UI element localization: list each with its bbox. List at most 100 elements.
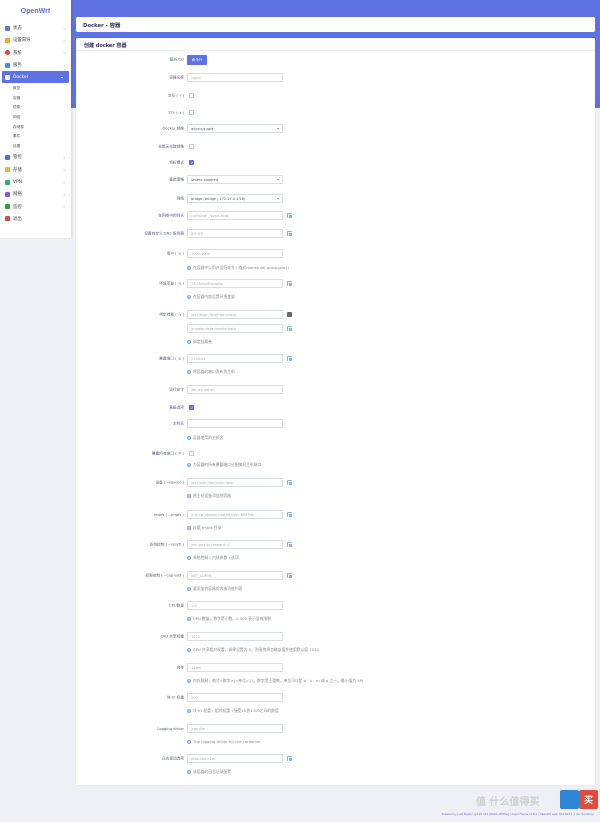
sidebar-item-status[interactable]: 状态 › (0, 22, 71, 34)
info-icon: ? (187, 648, 191, 652)
sidebar-item-monitor[interactable]: 监控 › (0, 200, 71, 212)
sidebar-sub-networks[interactable]: 网络 (0, 113, 71, 123)
always-pull-checkbox[interactable] (189, 144, 194, 149)
sysctl-label: 系统控制 ( --sysctl ) (149, 542, 184, 546)
add-icon[interactable] (287, 756, 293, 762)
row-expose-all: 暴露所有端口 ( -P ) (76, 451, 595, 456)
blkio-input[interactable]: 500 (187, 693, 283, 702)
hostname-input[interactable] (187, 419, 283, 428)
tmpfs-hint: ? 挂载 tmpfs 目录 (187, 525, 222, 530)
add-icon[interactable] (287, 326, 293, 332)
log-opts-input[interactable]: max-size=1m (187, 754, 283, 763)
device-input[interactable]: /dev/sda:/dev/xvdc:rwm (187, 478, 283, 487)
advanced-label: 高级选项 (169, 405, 184, 409)
ports-input[interactable]: 2200:22 (187, 354, 283, 363)
remove-icon[interactable] (287, 312, 292, 317)
control-icon (5, 154, 10, 160)
chevron-right-icon: › (63, 50, 65, 56)
network-select[interactable]: bridge (bridge | 172.17.0.1/16) (187, 194, 283, 203)
sidebar-sub-images[interactable]: 镜像 (0, 103, 71, 113)
info-icon: ? (187, 340, 191, 344)
sidebar-item-storage[interactable]: 存储 › (0, 164, 71, 176)
monitor-icon (5, 204, 10, 210)
logo[interactable]: OpenWrt (0, 0, 71, 22)
expose-all-checkbox[interactable] (189, 451, 194, 456)
log-opts-label: 日志驱动选项 (161, 756, 184, 760)
name-input[interactable]: cupid (187, 73, 283, 82)
advanced-checkbox[interactable] (189, 405, 194, 410)
image-label: Docker 镜像 (162, 126, 184, 130)
row-user: 用户 ( -u ) 1000:1000 (76, 249, 595, 258)
add-icon[interactable] (287, 356, 293, 362)
sidebar-sub-events[interactable]: 事件 (0, 132, 71, 142)
command-line-button[interactable]: 命令行 (187, 55, 207, 65)
sidebar-item-wizard[interactable]: 设置向导 › (0, 34, 71, 46)
user-input[interactable]: 1000:1000 (187, 249, 283, 258)
chevron-right-icon: › (63, 62, 65, 68)
interactive-checkbox[interactable] (189, 93, 194, 98)
command-input[interactable]: /bin/sh init.sh (187, 385, 283, 394)
memory-input[interactable]: 128m (187, 663, 283, 672)
env-input[interactable]: TZ=Asia/Shanghai (187, 279, 283, 288)
tmpfs-input[interactable]: /run:rw,noexec,nosuid,size=65536k (187, 510, 283, 519)
row-hostname: 主机名 (76, 419, 595, 428)
privileged-checkbox[interactable] (189, 160, 194, 165)
restart-select[interactable]: Unless stopped (187, 175, 283, 184)
info-icon: ? (187, 463, 191, 467)
info-icon: ? (187, 587, 191, 591)
row-mount-2: /media:/data:/media/data (76, 324, 595, 333)
info-icon: ? (187, 770, 191, 774)
alias-input[interactable]: container_name.alias (187, 211, 283, 220)
add-icon[interactable] (287, 542, 293, 548)
add-icon[interactable] (287, 480, 293, 486)
memory-hint: ? 内存限制 ( 格式<数字>[<单位>] )，数字是正整数。单位可以是 b、k、… (187, 678, 364, 683)
cpus-hint: ? CPU 数量，数字是小数。0.000 表示没有限制 (187, 616, 271, 621)
divider (76, 50, 595, 51)
sidebar-item-services[interactable]: 服务 › (0, 59, 71, 71)
dns-input[interactable]: 8.8.8.8 (187, 229, 283, 238)
add-icon[interactable] (287, 512, 293, 518)
sidebar-item-logout[interactable]: 退出 (0, 213, 71, 225)
sidebar-sub-volumes[interactable]: 存储卷 (0, 122, 71, 132)
docker-icon (5, 74, 10, 80)
row-env: 环境变量 ( -e ) TZ=Asia/Shanghai (76, 279, 595, 288)
row-always-pull: 总是无拉取镜像 (76, 144, 595, 149)
cap-add-input[interactable]: NET_ADMIN (187, 571, 283, 580)
info-icon: ? (187, 295, 191, 299)
hostname-label: 主机名 (172, 421, 184, 425)
cpus-input[interactable]: 1.5 (187, 601, 283, 610)
watermark-badge-icon: 买 (579, 790, 598, 809)
sysctl-input[interactable]: net.ipv4.ip_forward=1 (187, 540, 283, 549)
user-hint: ? 在容器中以用户运行命令 ( 格式name|uid[:group|gid] ) (187, 265, 290, 270)
sidebar-sub-overview[interactable]: 概览 (0, 83, 71, 93)
add-icon[interactable] (287, 573, 293, 579)
info-icon: ? (187, 266, 191, 270)
row-privileged: 特权模式 (76, 160, 595, 165)
sidebar-item-system[interactable]: 系统 › (0, 47, 71, 59)
add-icon[interactable] (287, 231, 293, 237)
network-icon (5, 191, 10, 197)
mount-input-2[interactable]: /media:/data:/media/data (187, 324, 283, 333)
chevron-right-icon: › (63, 167, 65, 173)
create-container-form: 创建 docker 容器 解析 CLI 命令行 容器名称 cupid 交互 ( … (76, 38, 595, 785)
log-driver-input[interactable]: json-file (187, 724, 283, 733)
mount-input-1[interactable]: /dev/fuse:/dev/fuse:rslave (187, 310, 283, 319)
row-device: 设备 ( --device ) /dev/sda:/dev/xvdc:rwm (76, 478, 595, 487)
row-log-driver: Logging driver json-file (76, 724, 595, 733)
tty-checkbox[interactable] (189, 110, 194, 115)
row-ports: 暴露端口 ( -p ) 2200:22 (76, 354, 595, 363)
add-icon[interactable] (287, 213, 293, 219)
sidebar-sub-containers[interactable]: 容器 (0, 93, 71, 103)
image-select[interactable]: alluxio/cupid (187, 124, 283, 133)
info-icon: ? (187, 740, 191, 744)
alias-label: 在网络中的别名 (158, 213, 184, 217)
sidebar-item-network[interactable]: 网络 › (0, 188, 71, 200)
device-hint: ? 将主机设备添加到容器 (187, 493, 231, 498)
add-icon[interactable] (287, 281, 293, 287)
sidebar-item-vpn[interactable]: VPN › (0, 176, 71, 188)
sidebar-sub-settings[interactable]: 设置 (0, 142, 71, 152)
cpu-shares-input[interactable]: 1024 (187, 632, 283, 641)
sidebar-item-docker[interactable]: Docker ▾ (2, 71, 69, 84)
chevron-right-icon: › (63, 204, 65, 210)
sidebar-item-control[interactable]: 管控 › (0, 151, 71, 163)
